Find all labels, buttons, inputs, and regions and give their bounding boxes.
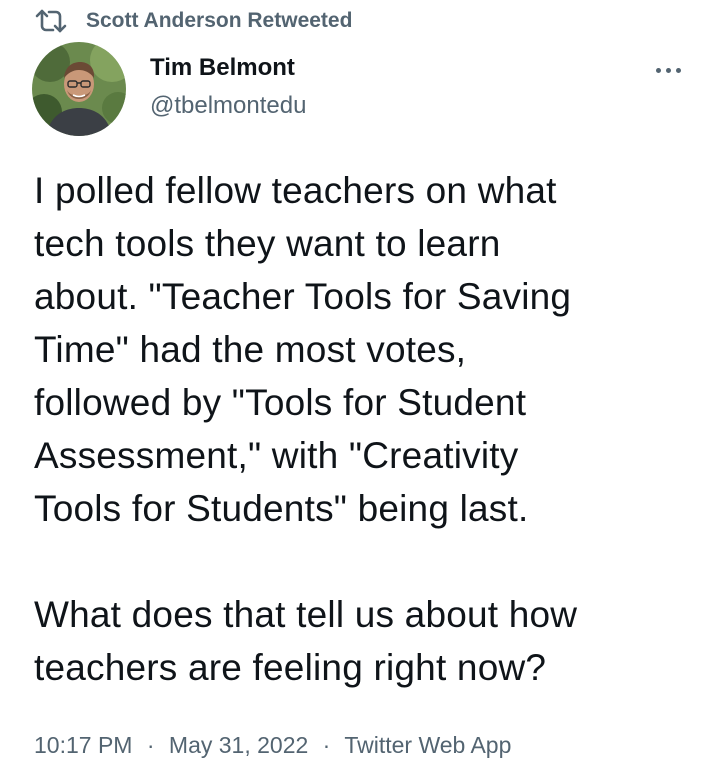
tweet-paragraph: What does that tell us about how teacher… (34, 588, 704, 694)
tweet-line: Assessment," with "Creativity (34, 435, 519, 476)
tweet-line: tech tools they want to learn (34, 223, 501, 264)
author-handle[interactable]: @tbelmontedu (150, 92, 306, 120)
tweet-line: Time" had the most votes, (34, 329, 467, 370)
separator: · (146, 732, 155, 758)
retweet-icon (34, 6, 68, 36)
author-display-name[interactable]: Tim Belmont (150, 54, 295, 82)
tweet-line: followed by "Tools for Student (34, 382, 527, 423)
tweet-text: I polled fellow teachers on what tech to… (34, 164, 704, 694)
tweet-paragraph: I polled fellow teachers on what tech to… (34, 164, 704, 535)
more-options-button[interactable] (648, 58, 688, 82)
tweet-line: I polled fellow teachers on what (34, 170, 557, 211)
tweet-metadata: 10:17 PM · May 31, 2022 · Twitter Web Ap… (34, 732, 511, 759)
tweet-line: What does that tell us about how (34, 594, 578, 635)
tweet-line: Tools for Students" being last. (34, 488, 529, 529)
tweet-time[interactable]: 10:17 PM (34, 732, 132, 758)
tweet-line: teachers are feeling right now? (34, 647, 547, 688)
tweet-card: Scott Anderson Retweeted Tim Belmont @tb… (0, 0, 720, 780)
more-horizontal-icon (665, 67, 671, 73)
more-horizontal-icon (655, 67, 661, 73)
tweet-source[interactable]: Twitter Web App (344, 732, 511, 758)
avatar[interactable] (32, 42, 126, 136)
tweet-line: about. "Teacher Tools for Saving (34, 276, 572, 317)
more-horizontal-icon (675, 67, 681, 73)
tweet-date[interactable]: May 31, 2022 (169, 732, 308, 758)
retweet-context: Scott Anderson Retweeted (34, 6, 352, 36)
retweet-label[interactable]: Scott Anderson Retweeted (86, 9, 352, 33)
separator: · (322, 732, 331, 758)
